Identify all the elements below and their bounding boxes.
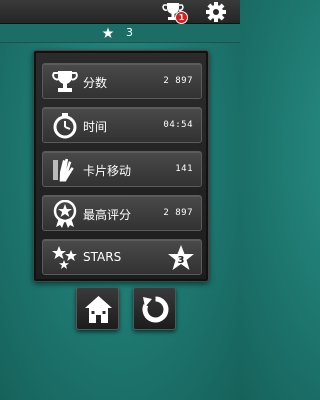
stars-label: STARS: [83, 250, 122, 264]
stars-icon: [52, 246, 77, 269]
gear-icon: [206, 2, 226, 22]
stars-row: STARS 3: [42, 239, 202, 275]
top-bar: 1: [0, 0, 240, 24]
score-label: 分数: [83, 76, 108, 90]
best-score-value: 2 897: [163, 208, 193, 218]
time-label: 时间: [83, 120, 108, 134]
card-moves-label: 卡片移动: [83, 164, 132, 178]
stopwatch-icon: [53, 113, 77, 139]
notification-badge: 1: [175, 11, 188, 24]
replay-button[interactable]: [133, 287, 176, 330]
star-count: 3: [126, 26, 133, 39]
time-row: 时间 04:54: [42, 107, 202, 143]
star-count-badge: 3: [168, 245, 194, 270]
score-value: 2 897: [163, 76, 193, 86]
hand-card-icon: [53, 158, 74, 182]
score-row: 分数 2 897: [42, 63, 202, 99]
star-count-value: 3: [178, 255, 185, 266]
card-moves-value: 141: [175, 164, 193, 174]
star-icon: [102, 27, 114, 38]
results-panel: 分数 2 897 时间 04:54 卡片移动 141 最高评分 2 897 ST…: [33, 50, 209, 282]
card-moves-row: 卡片移动 141: [42, 151, 202, 187]
time-value: 04:54: [163, 120, 193, 130]
star-counter-bar: 3: [0, 24, 240, 43]
home-icon: [85, 296, 112, 323]
best-score-row: 最高评分 2 897: [42, 195, 202, 231]
trophy-icon: [52, 71, 78, 92]
replay-icon: [142, 296, 169, 323]
settings-button[interactable]: [205, 1, 227, 23]
home-button[interactable]: [76, 287, 119, 330]
medal-star-icon: [53, 200, 77, 228]
best-score-label: 最高评分: [83, 208, 132, 222]
